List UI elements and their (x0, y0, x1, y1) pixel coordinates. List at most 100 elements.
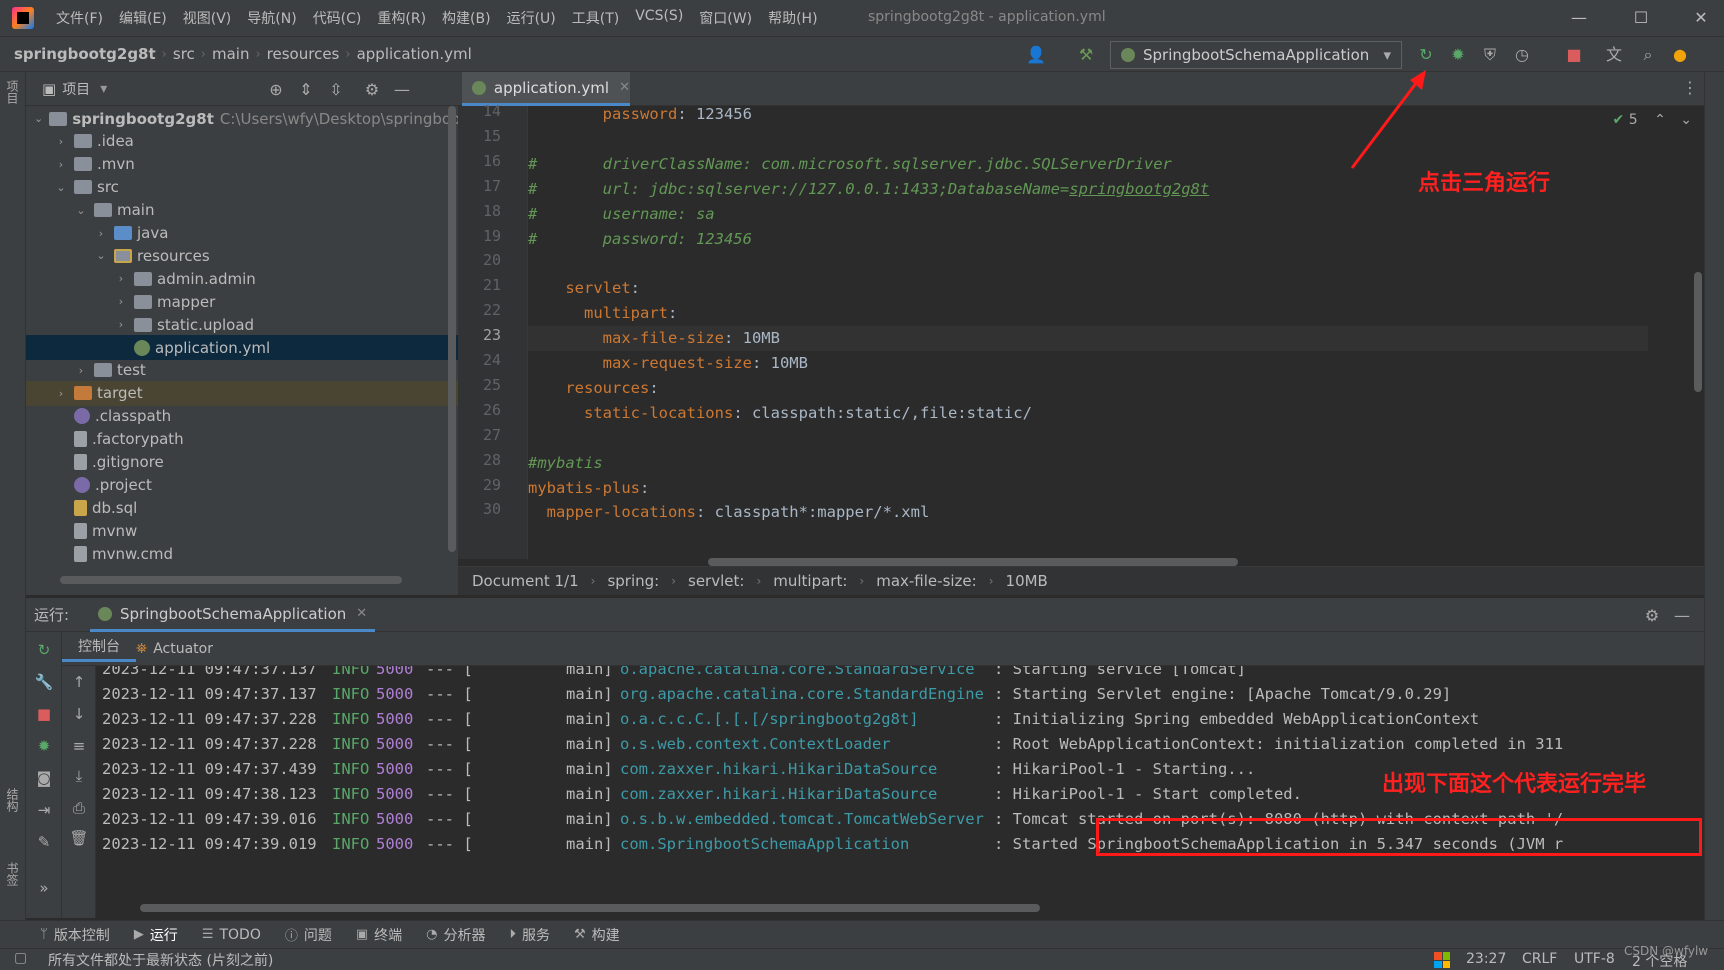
tool-window-button[interactable]: ᛘ 版本控制 (40, 925, 110, 945)
menu-item[interactable]: 视图(V) (175, 8, 240, 28)
trash-icon[interactable]: 🗑 (69, 828, 89, 848)
breadcrumb-project[interactable]: springbootg2g8t (0, 45, 160, 63)
hide-panel-icon[interactable]: — (1672, 606, 1692, 626)
close-tab-icon[interactable]: ✕ (356, 606, 367, 621)
menu-item[interactable]: 代码(C) (305, 8, 370, 28)
tool-window-button[interactable]: ⚒ 构建 (574, 925, 620, 945)
more-icon[interactable]: ⋮ (1682, 78, 1698, 97)
tab-console[interactable]: 控制台 (62, 636, 136, 662)
close-tab-icon[interactable]: ✕ (619, 80, 630, 95)
tree-item[interactable]: mvnw (26, 518, 458, 543)
tree-item[interactable]: .project (26, 472, 458, 497)
debug-icon[interactable]: ✹ (34, 736, 54, 756)
run-configuration-select[interactable]: SpringbootSchemaApplication ▾ (1110, 41, 1402, 69)
debug-icon[interactable]: ✹ (1448, 45, 1468, 65)
line-separator[interactable]: CRLF (1522, 951, 1557, 967)
update-icon[interactable]: ● (1670, 45, 1690, 65)
inspection-widget[interactable]: ✔ 5 ⌃ ⌄ (1613, 112, 1692, 128)
tool-window-button[interactable]: ◔ 分析器 (426, 925, 485, 945)
tree-item[interactable]: › java (26, 221, 458, 246)
chevron-right-icon[interactable]: › (94, 227, 108, 240)
exit-icon[interactable]: ⇥ (34, 800, 54, 820)
chevron-right-icon[interactable]: › (114, 318, 128, 331)
tree-item[interactable]: › .mvn (26, 152, 458, 177)
hide-panel-icon[interactable]: — (392, 80, 412, 100)
menu-item[interactable]: 文件(F) (48, 8, 111, 28)
bookmarks-tool-tab[interactable]: 书签 (4, 862, 21, 886)
tree-item[interactable]: › .idea (26, 129, 458, 154)
locate-icon[interactable]: ⊕ (266, 80, 286, 100)
caret-position[interactable]: 23:27 (1466, 951, 1506, 967)
editor-horizontal-scrollbar[interactable] (708, 558, 1238, 566)
tree-item[interactable]: ⌄ src (26, 175, 458, 200)
gear-icon[interactable]: ⚙ (1642, 606, 1662, 626)
console-horizontal-scrollbar[interactable] (140, 904, 1040, 912)
tool-window-button[interactable]: ☰ TODO (202, 927, 261, 943)
tab-application-yml[interactable]: application.yml ✕ (462, 72, 630, 106)
tree-item[interactable]: .classpath (26, 404, 458, 429)
menu-item[interactable]: 窗口(W) (691, 8, 760, 28)
chevron-right-icon[interactable]: › (54, 387, 68, 400)
tree-horizontal-scrollbar[interactable] (60, 576, 402, 584)
chevron-down-icon[interactable]: ▾ (100, 81, 107, 97)
tree-item[interactable]: › mapper (26, 289, 458, 314)
tab-run-config[interactable]: SpringbootSchemaApplication ✕ (90, 598, 376, 632)
stop-icon[interactable]: ■ (1564, 45, 1584, 65)
editor-breadcrumb-item[interactable]: 10MB (1006, 572, 1048, 590)
camera-icon[interactable]: ◙ (34, 768, 54, 788)
chevron-down-icon[interactable]: ⌄ (94, 249, 108, 262)
breadcrumb-resources[interactable]: resources (263, 45, 344, 63)
tree-item[interactable]: ⌄ springbootg2g8t C:\Users\wfy\Desktop\spr… (26, 106, 458, 131)
chevron-right-icon[interactable]: › (114, 295, 128, 308)
rerun-icon[interactable]: ↻ (34, 640, 54, 660)
menu-item[interactable]: 运行(U) (499, 8, 564, 28)
chevron-down-icon[interactable]: ⌄ (54, 181, 68, 194)
collapse-all-icon[interactable]: ⇳ (326, 80, 346, 100)
file-encoding[interactable]: UTF-8 (1574, 951, 1615, 967)
breadcrumb-src[interactable]: src (169, 45, 199, 63)
chevron-down-icon[interactable]: ⌄ (34, 112, 43, 125)
hammer-icon[interactable]: ⚒ (1076, 45, 1096, 65)
scroll-to-end-icon[interactable]: ⤓ (69, 766, 89, 786)
editor-breadcrumb-item[interactable]: servlet: (688, 572, 744, 590)
chevron-right-icon[interactable]: › (114, 272, 128, 285)
tree-item[interactable]: .factorypath (26, 427, 458, 452)
stop-icon[interactable]: ■ (34, 704, 54, 724)
gear-icon[interactable]: ⚙ (362, 80, 382, 100)
print-icon[interactable]: ⎙ (69, 798, 89, 818)
wrench-icon[interactable]: 🔧 (34, 672, 54, 692)
editor-breadcrumb-item[interactable]: multipart: (773, 572, 847, 590)
arrow-down-icon[interactable]: ↓ (69, 704, 89, 724)
expand-all-icon[interactable]: ⇕ (296, 80, 316, 100)
panel-toggle-icon[interactable]: ▢ (14, 950, 27, 966)
tree-item[interactable]: .gitignore (26, 450, 458, 475)
menu-item[interactable]: 编辑(E) (111, 8, 175, 28)
minimize-icon[interactable]: — (1556, 4, 1602, 32)
structure-tool-tab[interactable]: 结构 (4, 788, 21, 812)
breadcrumb-main[interactable]: main (208, 45, 253, 63)
tool-window-button[interactable]: ▶ 运行 (134, 925, 178, 945)
menu-item[interactable]: 帮助(H) (760, 8, 825, 28)
translate-icon[interactable]: 文 (1604, 45, 1624, 65)
coverage-icon[interactable]: ⛨ (1480, 45, 1500, 65)
menu-item[interactable]: 构建(B) (434, 8, 499, 28)
close-window-icon[interactable]: ✕ (1678, 4, 1724, 32)
tool-window-button[interactable]: ⏵ 服务 (510, 925, 551, 945)
tree-item[interactable]: › test (26, 358, 458, 383)
tool-window-button[interactable]: ⓘ 问题 (285, 925, 332, 945)
chevron-right-icon[interactable]: › (54, 135, 68, 148)
tree-item[interactable]: db.sql (26, 495, 458, 520)
tab-actuator[interactable]: Actuator (153, 641, 229, 657)
more-icon[interactable]: » (34, 878, 54, 898)
editor-breadcrumb-item[interactable]: max-file-size: (876, 572, 977, 590)
tree-vertical-scrollbar[interactable] (448, 106, 456, 552)
rerun-icon[interactable]: ↻ (1416, 45, 1436, 65)
pin-icon[interactable]: ✎ (34, 832, 54, 852)
tree-item[interactable]: mvnw.cmd (26, 541, 458, 566)
project-tool-tab[interactable]: 项目 (4, 80, 21, 104)
chevron-down-icon[interactable]: ⌄ (74, 204, 88, 217)
maximize-icon[interactable]: ☐ (1618, 4, 1664, 32)
tree-item[interactable]: application.yml (26, 335, 458, 360)
tree-item[interactable]: › static.upload (26, 312, 458, 337)
menu-item[interactable]: 工具(T) (564, 8, 627, 28)
